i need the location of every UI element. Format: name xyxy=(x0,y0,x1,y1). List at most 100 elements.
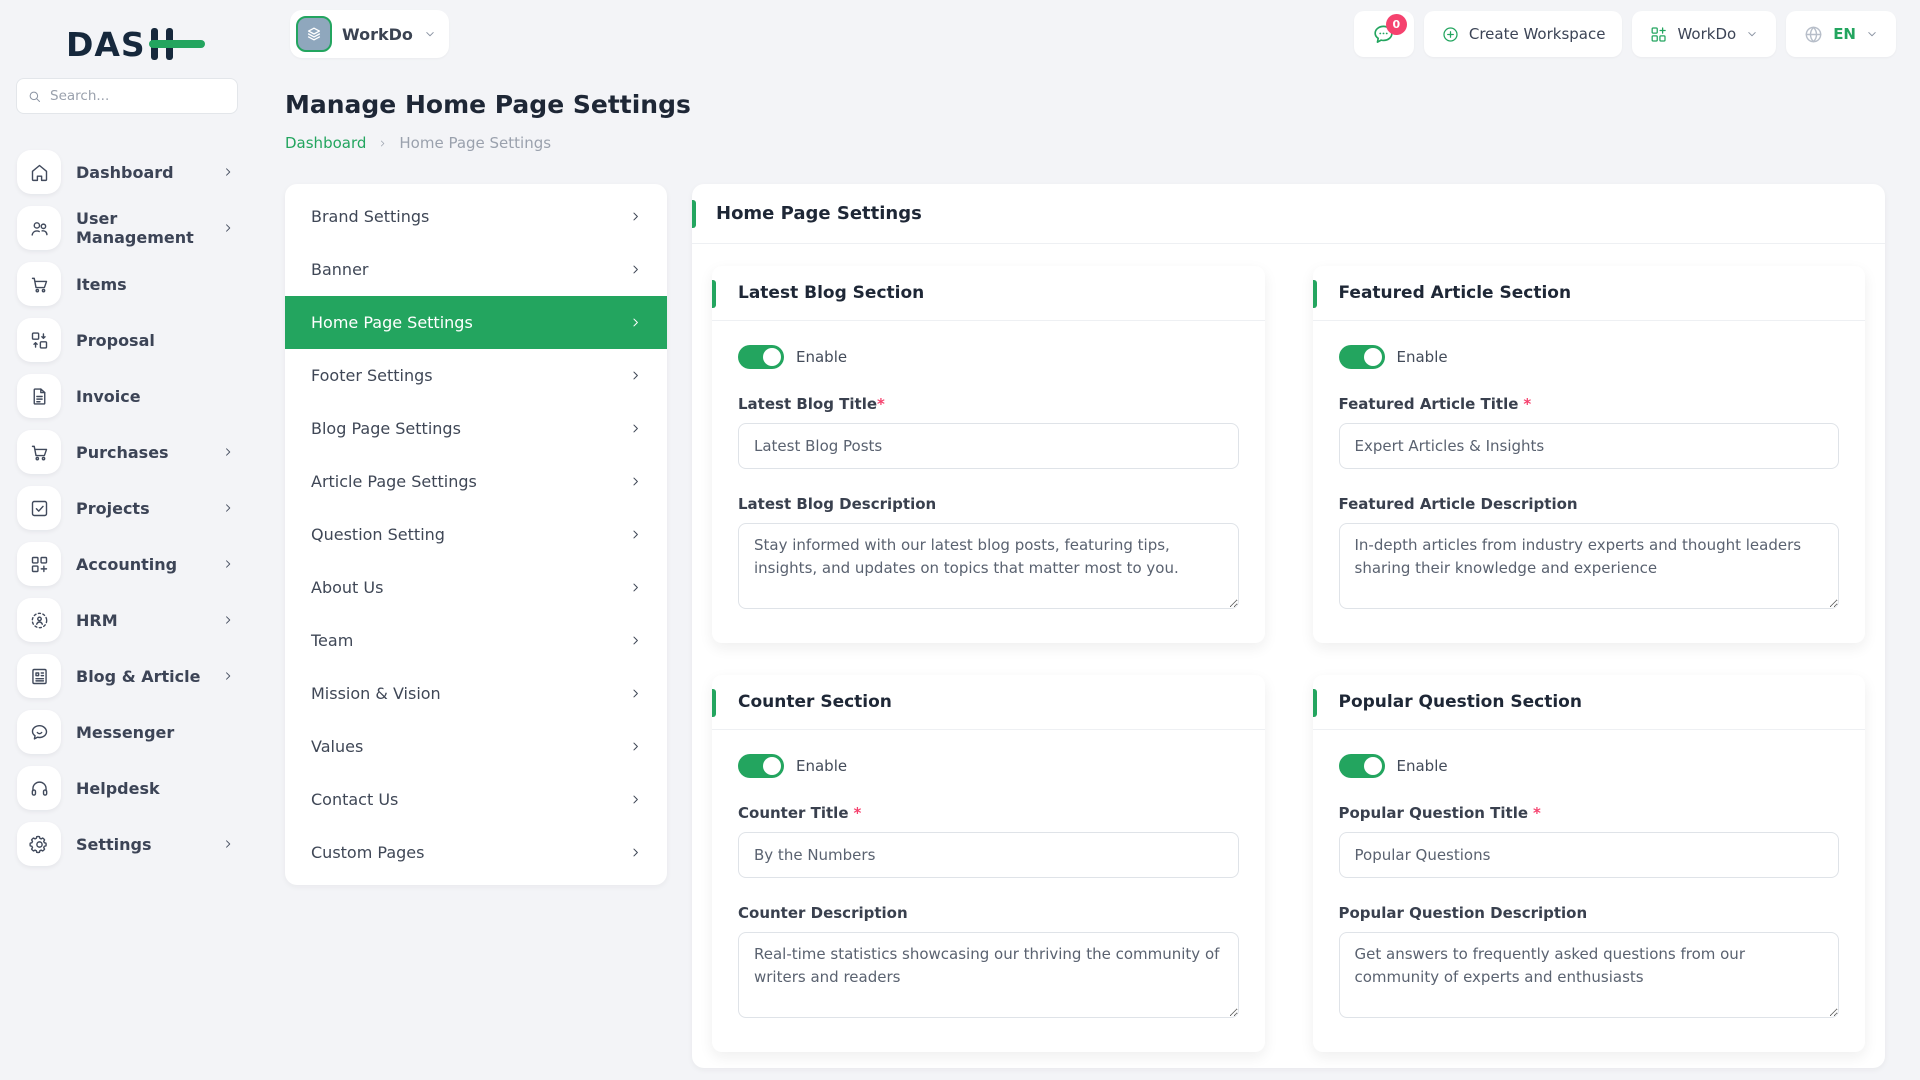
section-body: Enable Popular Question Title* Popular Q… xyxy=(1313,754,1866,1052)
breadcrumb-dashboard-link[interactable]: Dashboard xyxy=(285,134,366,152)
settings-menu-item-values[interactable]: Values xyxy=(285,720,667,773)
settings-menu-item-footer-settings[interactable]: Footer Settings xyxy=(285,349,667,402)
workspace-switcher[interactable]: WorkDo xyxy=(290,10,449,58)
settings-menu-item-label: Banner xyxy=(311,260,368,279)
section-accent-bar xyxy=(712,689,716,717)
panel-title: Home Page Settings xyxy=(716,203,1861,224)
settings-menu-item-mission-vision[interactable]: Mission & Vision xyxy=(285,667,667,720)
sidebar-item-label: Messenger xyxy=(76,723,174,742)
chevron-right-icon xyxy=(221,837,235,851)
chevron-right-icon xyxy=(628,792,643,807)
search-input[interactable] xyxy=(50,88,227,104)
settings-menu-item-label: Blog Page Settings xyxy=(311,419,461,438)
description-textarea[interactable]: Get answers to frequently asked question… xyxy=(1339,932,1840,1018)
sidebar-item-label: Helpdesk xyxy=(76,779,160,798)
enable-toggle[interactable] xyxy=(1339,754,1385,778)
chevron-right-icon xyxy=(221,221,235,235)
sidebar-item-user-management[interactable]: User Management xyxy=(0,200,255,256)
chevron-right-icon xyxy=(628,633,643,648)
sidebar-item-label: Blog & Article xyxy=(76,667,200,686)
settings-menu-item-label: Contact Us xyxy=(311,790,398,809)
sidebar-item-helpdesk[interactable]: Helpdesk xyxy=(0,760,255,816)
sidebar-item-proposal[interactable]: Proposal xyxy=(0,312,255,368)
chevron-right-icon xyxy=(221,501,235,515)
description-textarea[interactable]: In-depth articles from industry experts … xyxy=(1339,523,1840,609)
sidebar-item-hrm[interactable]: HRM xyxy=(0,592,255,648)
settings-menu-item-label: Article Page Settings xyxy=(311,472,477,491)
settings-menu-item-label: Team xyxy=(311,631,353,650)
settings-menu-item-label: Brand Settings xyxy=(311,207,429,226)
settings-menu-item-question-setting[interactable]: Question Setting xyxy=(285,508,667,561)
users-icon xyxy=(17,206,61,250)
section-accent-bar xyxy=(1313,280,1317,308)
chevron-right-icon xyxy=(628,262,643,277)
panel-header: Home Page Settings xyxy=(692,184,1885,244)
app-logo: DAS xyxy=(66,24,205,64)
enable-toggle[interactable] xyxy=(738,754,784,778)
sidebar-item-messenger[interactable]: Messenger xyxy=(0,704,255,760)
sidebar-item-dashboard[interactable]: Dashboard xyxy=(0,144,255,200)
title-input[interactable] xyxy=(738,423,1239,469)
enable-toggle[interactable] xyxy=(738,345,784,369)
enable-toggle-row: Enable xyxy=(1339,754,1840,778)
sidebar-item-accounting[interactable]: Accounting xyxy=(0,536,255,592)
description-field-label: Latest Blog Description xyxy=(738,495,1239,513)
settings-menu-item-contact-us[interactable]: Contact Us xyxy=(285,773,667,826)
headset-icon xyxy=(17,766,61,810)
title-field-label: Counter Title* xyxy=(738,804,1239,822)
check-square-icon xyxy=(17,486,61,530)
language-label: EN xyxy=(1833,25,1856,43)
section-body: Enable Featured Article Title* Featured … xyxy=(1313,345,1866,643)
messages-button[interactable]: 0 xyxy=(1354,11,1414,57)
settings-menu-item-home-page-settings[interactable]: Home Page Settings xyxy=(285,296,667,349)
title-input[interactable] xyxy=(738,832,1239,878)
sidebar-item-label: Accounting xyxy=(76,555,177,574)
logo-h-mark xyxy=(149,28,205,60)
sidebar-item-settings[interactable]: Settings xyxy=(0,816,255,872)
chevron-right-icon xyxy=(628,739,643,754)
settings-menu-item-custom-pages[interactable]: Custom Pages xyxy=(285,826,667,879)
enable-toggle[interactable] xyxy=(1339,345,1385,369)
settings-menu-item-about-us[interactable]: About Us xyxy=(285,561,667,614)
sidebar-item-label: Settings xyxy=(76,835,152,854)
settings-menu-item-brand-settings[interactable]: Brand Settings xyxy=(285,190,667,243)
chevron-down-icon xyxy=(423,27,437,41)
chevron-right-icon xyxy=(628,421,643,436)
chevron-right-icon xyxy=(221,165,235,179)
sidebar-item-label: Purchases xyxy=(76,443,169,462)
workdo-menu-button[interactable]: WorkDo xyxy=(1632,11,1776,57)
sidebar-item-blog-article[interactable]: Blog & Article xyxy=(0,648,255,704)
workspace-tile xyxy=(296,16,332,52)
enable-label: Enable xyxy=(796,348,847,366)
title-field-label: Featured Article Title* xyxy=(1339,395,1840,413)
enable-label: Enable xyxy=(796,757,847,775)
chevron-right-icon xyxy=(628,209,643,224)
settings-menu-item-banner[interactable]: Banner xyxy=(285,243,667,296)
settings-menu-item-blog-page-settings[interactable]: Blog Page Settings xyxy=(285,402,667,455)
settings-menu-item-team[interactable]: Team xyxy=(285,614,667,667)
description-textarea[interactable]: Stay informed with our latest blog posts… xyxy=(738,523,1239,609)
sidebar-item-label: Invoice xyxy=(76,387,141,406)
section-title: Counter Section xyxy=(738,692,1239,712)
settings-menu-item-article-page-settings[interactable]: Article Page Settings xyxy=(285,455,667,508)
section-body: Enable Latest Blog Title* Latest Blog De… xyxy=(712,345,1265,643)
settings-menu-item-label: Values xyxy=(311,737,363,756)
create-workspace-button[interactable]: Create Workspace xyxy=(1424,11,1623,57)
cart-icon xyxy=(17,262,61,306)
title-input[interactable] xyxy=(1339,423,1840,469)
sidebar-item-invoice[interactable]: Invoice xyxy=(0,368,255,424)
language-button[interactable]: EN xyxy=(1786,11,1896,57)
sidebar-item-label: Items xyxy=(76,275,127,294)
sidebar-item-projects[interactable]: Projects xyxy=(0,480,255,536)
title-input[interactable] xyxy=(1339,832,1840,878)
description-textarea[interactable]: Real-time statistics showcasing our thri… xyxy=(738,932,1239,1018)
title-field-label: Popular Question Title* xyxy=(1339,804,1840,822)
section-title: Popular Question Section xyxy=(1339,692,1840,712)
sidebar-item-purchases[interactable]: Purchases xyxy=(0,424,255,480)
sidebar-item-items[interactable]: Items xyxy=(0,256,255,312)
section-title: Featured Article Section xyxy=(1339,283,1840,303)
sidebar-item-label: HRM xyxy=(76,611,118,630)
blog-doc-icon xyxy=(17,654,61,698)
panel-accent-bar xyxy=(692,200,696,228)
sidebar-item-label: Proposal xyxy=(76,331,155,350)
